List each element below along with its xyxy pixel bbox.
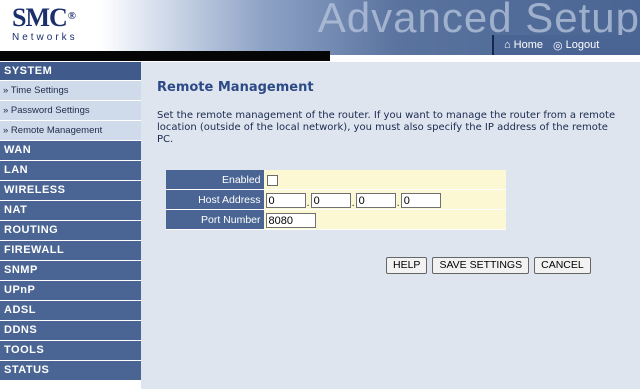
save-settings-button[interactable]: SAVE SETTINGS	[432, 257, 530, 274]
sidebar-item-tools[interactable]: TOOLS	[0, 341, 141, 361]
sidebar-section-system[interactable]: SYSTEM	[0, 62, 141, 81]
octet-separator: .	[351, 197, 355, 209]
page-description: Set the remote management of the router.…	[157, 110, 616, 145]
sidebar-item-nat[interactable]: NAT	[0, 201, 141, 221]
top-links: ⌂ Home ◎ Logout	[492, 35, 640, 55]
logo-subtext: Networks	[12, 32, 78, 43]
port-number-cell	[263, 210, 506, 230]
port-number-row: Port Number	[166, 210, 506, 230]
host-octet-1[interactable]	[265, 193, 306, 208]
port-number-label: Port Number	[166, 210, 264, 230]
sidebar-item-status[interactable]: STATUS	[0, 361, 141, 381]
host-octet-2[interactable]	[310, 193, 351, 208]
home-icon: ⌂	[504, 39, 511, 51]
host-address-row: Host Address ...	[166, 190, 506, 210]
sidebar-item-routing[interactable]: ROUTING	[0, 221, 141, 241]
registered-mark: ®	[67, 10, 76, 22]
remote-management-form: Enabled Host Address ... Port Number	[166, 170, 506, 230]
enabled-label: Enabled	[166, 170, 264, 190]
smc-logo: SMC® Networks	[12, 3, 78, 44]
logout-icon: ◎	[553, 39, 563, 52]
host-address-label: Host Address	[166, 190, 264, 210]
main-content: Remote Management Set the remote managem…	[141, 62, 640, 389]
port-number-input[interactable]	[265, 213, 316, 228]
sidebar-item-lan[interactable]: LAN	[0, 161, 141, 181]
enabled-checkbox[interactable]	[266, 175, 278, 186]
sidebar-subitem-time-settings[interactable]: » Time Settings	[0, 81, 141, 101]
sidebar-item-firewall[interactable]: FIREWALL	[0, 241, 141, 261]
logo-text: SMC	[12, 3, 68, 32]
logout-label: Logout	[565, 39, 600, 51]
page-title: Remote Management	[157, 80, 314, 95]
sidebar-item-adsl[interactable]: ADSL	[0, 301, 141, 321]
header: Advanced Setup SMC® Networks ⌂ Home ◎ Lo…	[0, 0, 640, 62]
header-divider-bar	[0, 51, 330, 61]
enabled-cell	[263, 170, 506, 190]
help-button[interactable]: HELP	[386, 257, 428, 274]
sidebar-item-ddns[interactable]: DDNS	[0, 321, 141, 341]
home-label: Home	[513, 39, 543, 51]
logout-link[interactable]: ◎ Logout	[553, 39, 599, 52]
sidebar-item-snmp[interactable]: SNMP	[0, 261, 141, 281]
cancel-button[interactable]: CANCEL	[534, 257, 591, 274]
home-link[interactable]: ⌂ Home	[504, 39, 543, 51]
sidebar-subitem-remote-management[interactable]: » Remote Management	[0, 121, 141, 141]
action-buttons: HELP SAVE SETTINGS CANCEL	[386, 257, 596, 274]
octet-separator: .	[396, 197, 400, 209]
enabled-row: Enabled	[166, 170, 506, 190]
host-octet-4[interactable]	[400, 193, 441, 208]
host-address-cell: ...	[263, 190, 506, 210]
sidebar-item-wan[interactable]: WAN	[0, 141, 141, 161]
sidebar-subitem-password-settings[interactable]: » Password Settings	[0, 101, 141, 121]
octet-separator: .	[306, 197, 310, 209]
sidebar-item-upnp[interactable]: UPnP	[0, 281, 141, 301]
host-octet-3[interactable]	[355, 193, 396, 208]
sidebar: SYSTEM » Time Settings » Password Settin…	[0, 62, 141, 389]
sidebar-item-wireless[interactable]: WIRELESS	[0, 181, 141, 201]
